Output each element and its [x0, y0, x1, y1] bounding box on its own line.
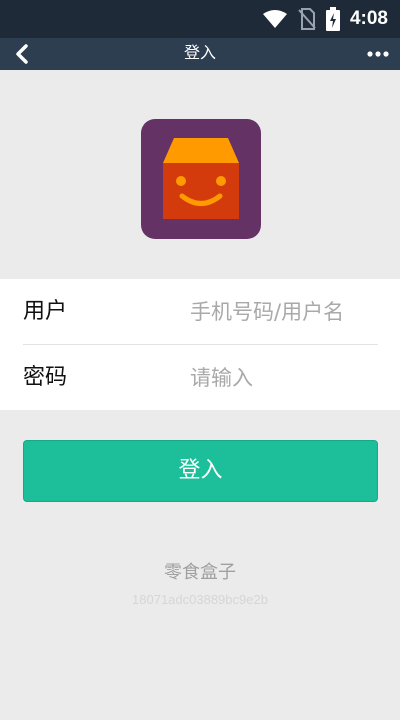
page-title: 登入	[183, 43, 216, 62]
app-id: 18071adc03889bc9e2b	[132, 592, 268, 607]
nav-bar: 登入	[0, 38, 400, 70]
battery-charging-icon	[325, 7, 340, 31]
more-button[interactable]	[366, 42, 390, 66]
username-row: 用户	[0, 279, 400, 344]
username-label: 用户	[23, 299, 68, 324]
more-dots-icon	[367, 51, 389, 57]
chevron-left-icon	[16, 44, 28, 64]
status-icons: 4:08	[262, 0, 388, 38]
status-time: 4:08	[349, 8, 388, 29]
back-button[interactable]	[12, 42, 34, 66]
password-label: 密码	[23, 365, 68, 390]
app-name: 零食盒子	[164, 562, 236, 583]
app-logo	[141, 119, 261, 239]
wifi-icon	[262, 10, 287, 28]
no-sim-icon	[298, 8, 316, 30]
smiling-box-logo	[163, 138, 239, 219]
login-button[interactable]: 登入	[23, 440, 378, 502]
password-input[interactable]	[190, 357, 385, 399]
status-bar: 4:08	[0, 0, 400, 38]
login-form: 用户 密码	[0, 279, 400, 410]
password-row: 密码	[0, 345, 400, 410]
username-input[interactable]	[190, 291, 385, 333]
